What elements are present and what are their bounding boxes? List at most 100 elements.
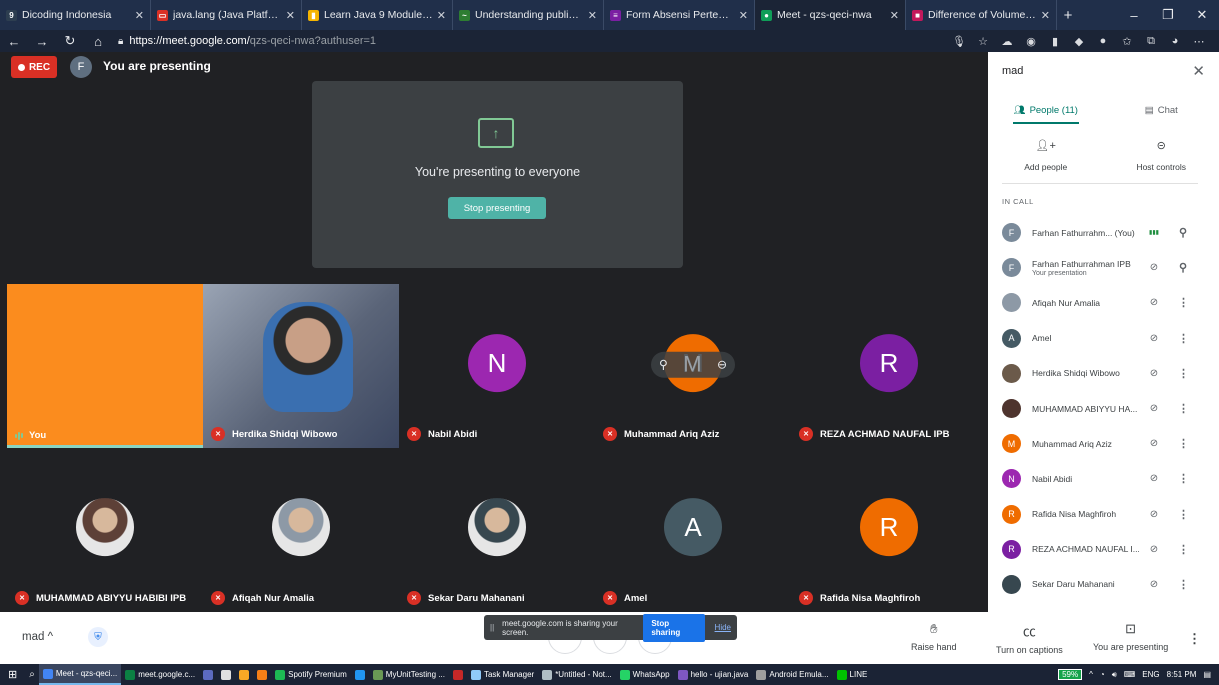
taskbar-app[interactable]: MyUnitTesting ... bbox=[369, 664, 449, 685]
microphone-icon[interactable]: 🎙︎ bbox=[947, 35, 971, 48]
stop-sharing-button[interactable]: Stop sharing bbox=[643, 613, 705, 642]
url-field[interactable]: 🔒︎ https://meet.google.com/ qzs-qeci-nwa… bbox=[118, 35, 376, 47]
taskbar-app[interactable] bbox=[449, 664, 467, 685]
taskbar-app[interactable] bbox=[351, 664, 369, 685]
participant-tile[interactable]: ✕ MUHAMMAD ABIYYU HABIBI IPB bbox=[7, 448, 203, 612]
tab-people[interactable]: 👥︎ People (11) bbox=[988, 96, 1104, 124]
bookmark-extension-icon[interactable]: ▮ bbox=[1043, 35, 1067, 48]
taskbar-app[interactable]: Spotify Premium bbox=[271, 664, 351, 685]
more-options-icon[interactable]: ⋮ bbox=[1178, 437, 1189, 450]
mic-off-icon[interactable]: ⊘ bbox=[1147, 544, 1161, 555]
extension-icon[interactable]: ◉ bbox=[1019, 35, 1043, 48]
tab-close-icon[interactable]: ✕ bbox=[1041, 9, 1050, 22]
tile-hover-controls[interactable]: ⚲ M ⊖ bbox=[651, 351, 735, 378]
more-options-icon[interactable]: ⋮ bbox=[1178, 508, 1189, 521]
battery-indicator[interactable]: 59% bbox=[1058, 669, 1083, 680]
captions-button[interactable]: ㏄ Turn on captions bbox=[996, 621, 1063, 655]
participant-tile[interactable]: R ✕ REZA ACHMAD NAUFAL IPB bbox=[791, 284, 987, 448]
mic-off-icon[interactable]: ⊘ bbox=[1147, 368, 1161, 379]
browser-tab[interactable]: ■ Difference of Volumes of Cuboid ✕ bbox=[906, 0, 1057, 30]
tab-close-icon[interactable]: ✕ bbox=[588, 9, 597, 22]
participant-tile[interactable]: ✕ Afiqah Nur Amalia bbox=[203, 448, 399, 612]
tab-close-icon[interactable]: ✕ bbox=[437, 9, 446, 22]
new-tab-button[interactable]: + bbox=[1057, 0, 1079, 30]
close-window-icon[interactable]: ✕ bbox=[1185, 0, 1219, 30]
clock[interactable]: 8:51 PM bbox=[1167, 670, 1197, 679]
pin-icon[interactable]: ⚲ bbox=[1178, 261, 1188, 274]
browser-tab[interactable]: ▭ java.lang (Java Platform SE 7 ) ✕ bbox=[151, 0, 302, 30]
add-people-button[interactable]: 👤︎+ Add people bbox=[988, 136, 1104, 180]
more-options-icon[interactable]: ⋮ bbox=[1178, 296, 1189, 309]
tab-close-icon[interactable]: ✕ bbox=[890, 9, 899, 22]
more-options-icon[interactable]: ⋮ bbox=[1178, 578, 1189, 591]
participant-tile[interactable]: N ✕ Nabil Abidi bbox=[399, 284, 595, 448]
taskbar-app[interactable] bbox=[199, 664, 217, 685]
reload-icon[interactable]: ↻ bbox=[56, 33, 84, 49]
taskbar-app[interactable]: meet.google.c... bbox=[121, 664, 199, 685]
tab-close-icon[interactable]: ✕ bbox=[739, 9, 748, 22]
taskbar-app[interactable] bbox=[253, 664, 271, 685]
meeting-details-button[interactable]: mad ^ bbox=[22, 631, 53, 643]
more-options-icon[interactable]: ⋮ bbox=[1178, 472, 1189, 485]
more-options-icon[interactable]: ⋮ bbox=[1178, 543, 1189, 556]
tab-chat[interactable]: ▤ Chat bbox=[1104, 96, 1219, 124]
taskbar-app[interactable]: hello - ujian.java bbox=[674, 664, 753, 685]
more-options-icon[interactable]: ⋮ bbox=[1188, 631, 1201, 647]
taskbar-app[interactable]: WhatsApp bbox=[616, 664, 674, 685]
volume-icon[interactable]: 🔊︎ bbox=[1112, 670, 1117, 680]
browser-tab[interactable]: ▮ Learn Java 9 Modules in 15 Minu ✕ bbox=[302, 0, 453, 30]
participant-tile[interactable]: ✕ Sekar Daru Mahanani bbox=[399, 448, 595, 612]
search-icon[interactable]: ⌕ bbox=[25, 664, 39, 685]
remove-icon[interactable]: ⊖ bbox=[717, 358, 727, 372]
drag-handle-icon[interactable]: || bbox=[490, 623, 494, 632]
participant-tile[interactable]: You bbox=[7, 284, 203, 448]
hide-banner-link[interactable]: Hide bbox=[715, 623, 731, 632]
notification-icon[interactable]: ▤ bbox=[1203, 670, 1211, 679]
tab-close-icon[interactable]: ✕ bbox=[286, 9, 295, 22]
mic-off-icon[interactable]: ⊘ bbox=[1147, 509, 1161, 520]
favorite-star-icon[interactable]: ☆ bbox=[971, 35, 995, 48]
tray-chevron-icon[interactable]: ^ bbox=[1089, 670, 1093, 679]
taskbar-app[interactable] bbox=[217, 664, 235, 685]
mic-off-icon[interactable]: ⊘ bbox=[1147, 403, 1161, 414]
host-controls-button[interactable]: ⊝ Host controls bbox=[1104, 136, 1219, 180]
close-icon[interactable]: ✕ bbox=[1192, 62, 1205, 80]
taskbar-app[interactable]: LINE bbox=[833, 664, 872, 685]
participant-tile[interactable]: ✕ Herdika Shidqi Wibowo bbox=[203, 284, 399, 448]
browser-tab[interactable]: ● Meet - qzs-qeci-nwa ✕ bbox=[755, 0, 906, 30]
more-options-icon[interactable]: ⋮ bbox=[1178, 332, 1189, 345]
participant-tile[interactable]: M⚲ M ⊖ ✕ Muhammad Ariq Aziz bbox=[595, 284, 791, 448]
forward-arrow-icon[interactable]: → bbox=[28, 34, 56, 49]
mic-off-icon[interactable]: ⊘ bbox=[1147, 297, 1161, 308]
mic-off-icon[interactable]: ⊘ bbox=[1147, 579, 1161, 590]
more-options-icon[interactable]: ⋮ bbox=[1178, 402, 1189, 415]
mic-off-icon[interactable]: ⊘ bbox=[1147, 333, 1161, 344]
puzzle-extension-icon[interactable]: ◆ bbox=[1067, 35, 1091, 48]
cloud-extension-icon[interactable]: ☁︎ bbox=[995, 35, 1019, 48]
collections-icon[interactable]: ⧉ bbox=[1139, 35, 1163, 48]
favorites-icon[interactable]: ✩ bbox=[1115, 35, 1139, 48]
pin-icon[interactable]: ⚲ bbox=[659, 358, 668, 372]
mic-off-icon[interactable]: ⊘ bbox=[1147, 473, 1161, 484]
raise-hand-button[interactable]: ✋︎ Raise hand bbox=[911, 621, 957, 652]
browser-tab[interactable]: ≡ Form Absensi Pertemuan Mobile ✕ bbox=[604, 0, 755, 30]
shield-icon[interactable]: ⛨ bbox=[88, 627, 108, 647]
participant-tile[interactable]: R ✕ Rafida Nisa Maghfiroh bbox=[791, 448, 987, 612]
network-icon[interactable]: ◔ bbox=[1100, 670, 1105, 679]
present-button[interactable]: ⊡ You are presenting bbox=[1093, 621, 1168, 652]
browser-tab[interactable]: 9 Dicoding Indonesia ✕ bbox=[0, 0, 151, 30]
home-icon[interactable]: ⌂ bbox=[84, 34, 112, 49]
pin-icon[interactable]: ⚲ bbox=[1178, 226, 1188, 239]
taskbar-app[interactable]: Meet - qzs-qeci... bbox=[38, 664, 122, 685]
mic-off-icon[interactable]: ⊘ bbox=[1147, 438, 1161, 449]
keyboard-icon[interactable]: ⌨︎ bbox=[1124, 670, 1136, 679]
participant-tile[interactable]: A ✕ Amel bbox=[595, 448, 791, 612]
stop-presenting-button[interactable]: Stop presenting bbox=[448, 197, 546, 219]
profile-avatar-icon[interactable]: ◕ bbox=[1163, 35, 1187, 47]
more-options-icon[interactable]: ⋮ bbox=[1178, 367, 1189, 380]
back-arrow-icon[interactable]: ← bbox=[0, 34, 28, 49]
taskbar-app[interactable] bbox=[235, 664, 253, 685]
circle-extension-icon[interactable]: ● bbox=[1091, 35, 1115, 47]
taskbar-app[interactable]: Android Emula... bbox=[752, 664, 832, 685]
taskbar-app[interactable]: *Untitled - Not... bbox=[538, 664, 615, 685]
